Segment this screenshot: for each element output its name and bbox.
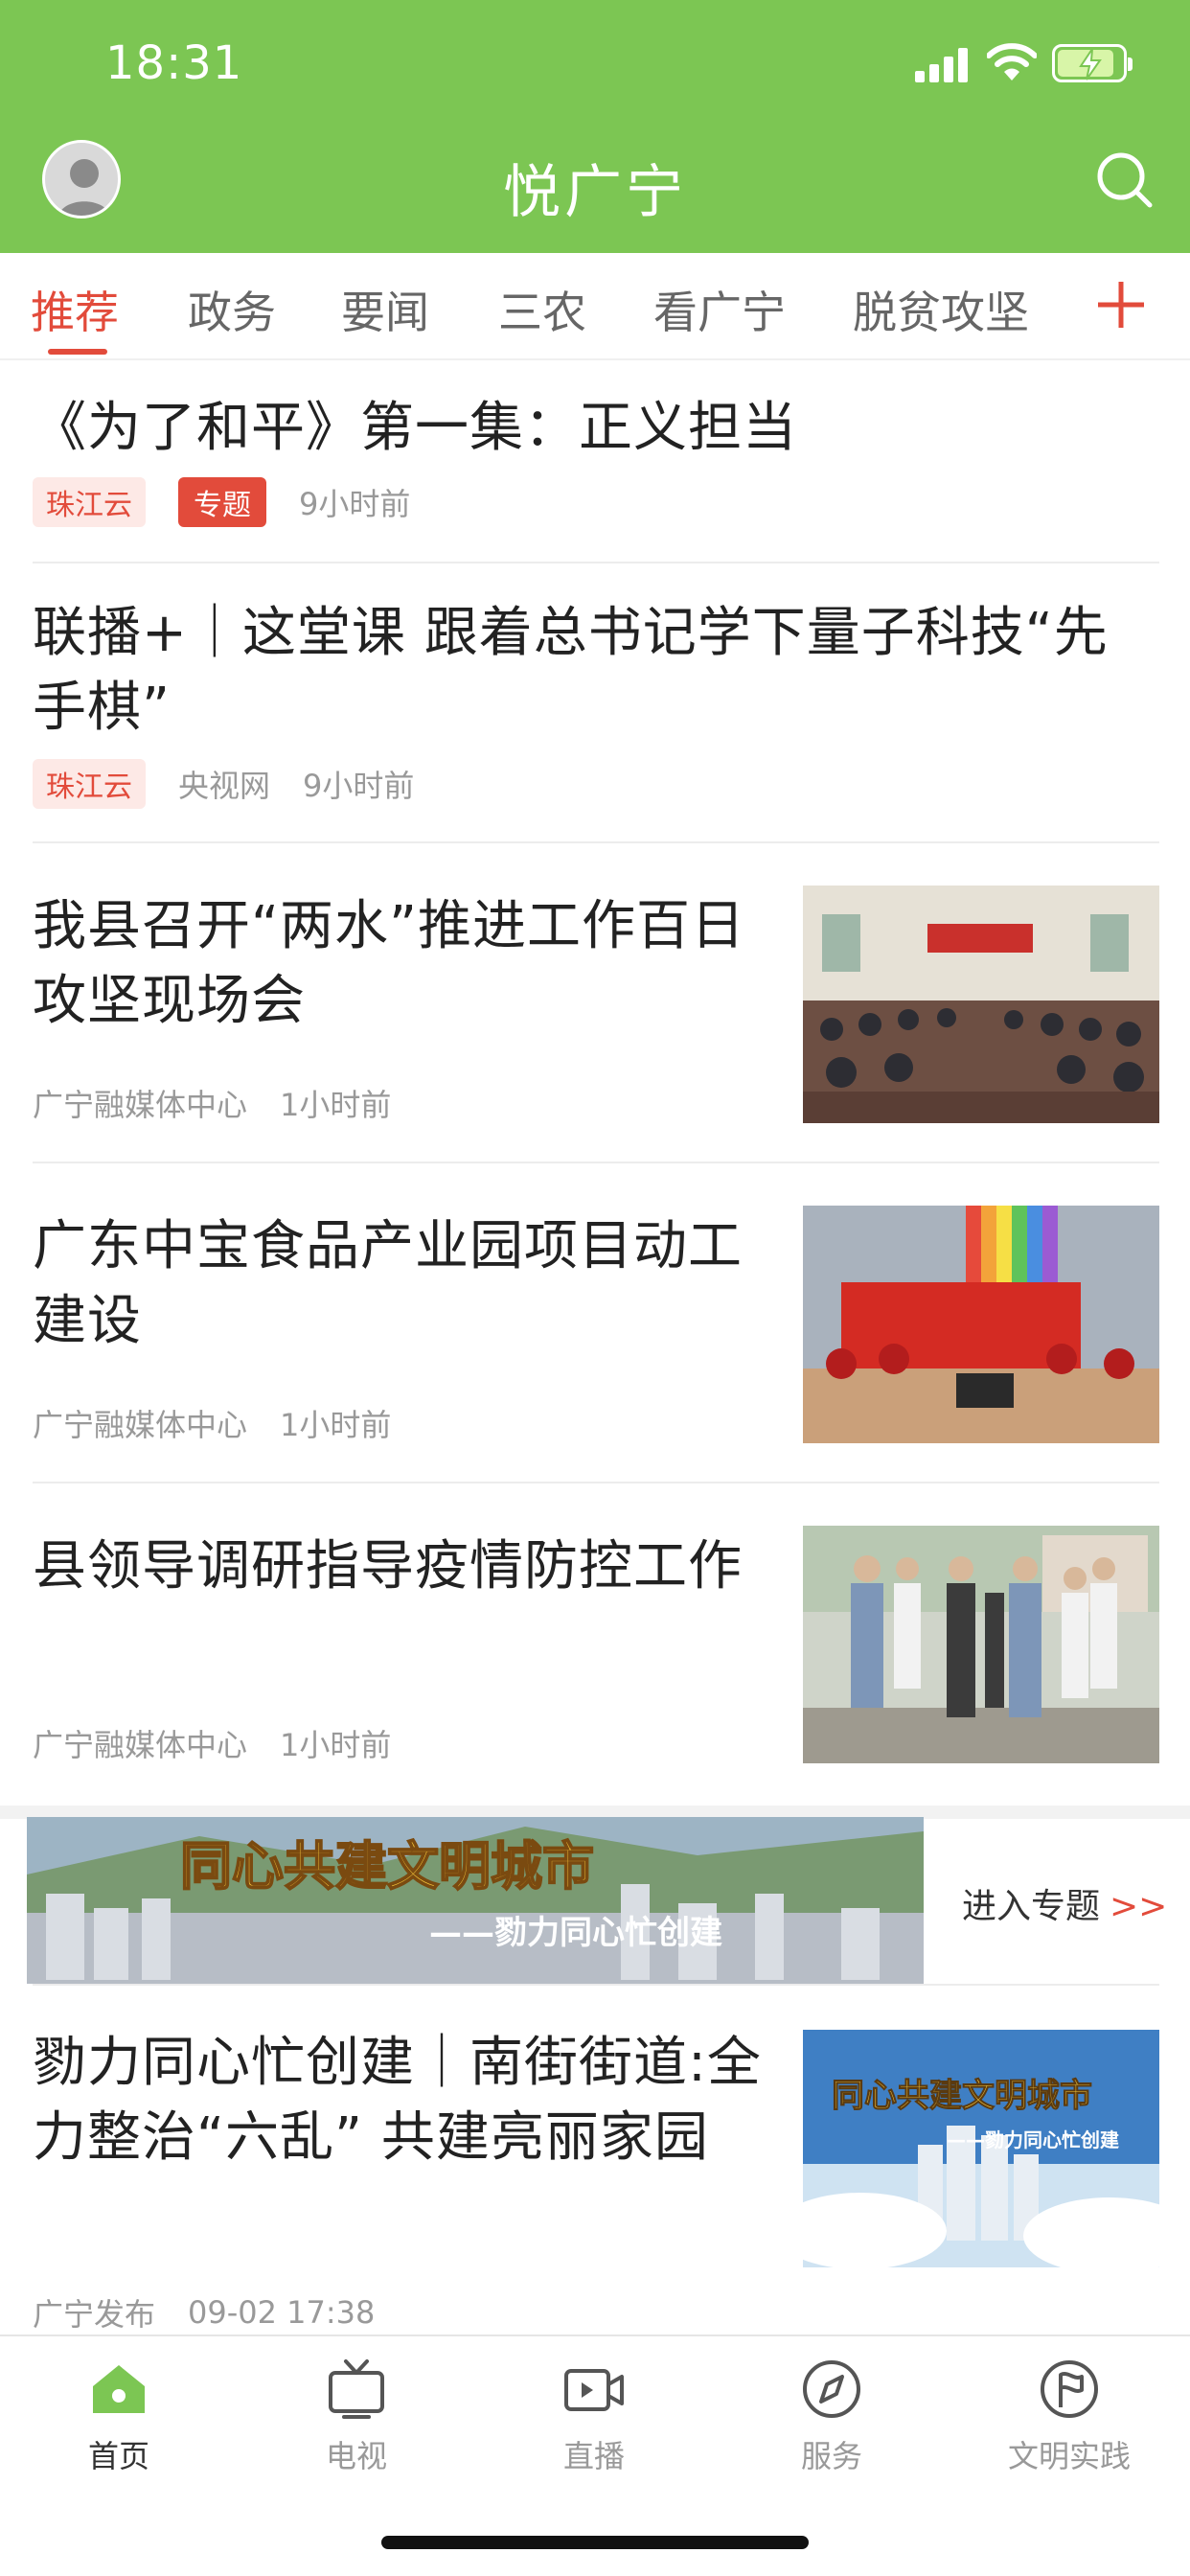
enter-topic-label: 进入专题 [962, 1887, 1101, 1926]
news-item[interactable]: 广东中宝食品产业园项目动工建设 广宁融媒体中心 1小时前 [33, 1163, 1159, 1484]
news-title: 联播+｜这堂课 跟着总书记学下量子科技“先手棋” [33, 602, 1109, 739]
news-meta: 广宁融媒体中心 1小时前 [33, 1401, 423, 1445]
news-time: 1小时前 [280, 1407, 392, 1443]
search-icon[interactable] [1094, 150, 1156, 211]
tab-guangning[interactable]: 看广宁 [653, 278, 786, 341]
nav-civilization-label: 文明实践 [1007, 2438, 1131, 2474]
news-item[interactable]: 联播+｜这堂课 跟着总书记学下量子科技“先手棋” 珠江云 央视网 9小时前 [33, 564, 1159, 843]
app-title: 悦广宁 [503, 159, 687, 226]
news-meta: 广宁发布 09-02 17:38 [33, 2290, 407, 2334]
banner-headline: 同心共建文明城市 [180, 1836, 594, 1897]
live-icon [564, 2369, 624, 2411]
nav-live[interactable]: 直播 [517, 2358, 671, 2476]
flag-icon [1041, 2360, 1098, 2418]
app-header: 18:31 悦广宁 [0, 0, 1190, 253]
news-meta: 珠江云 专题 9小时前 [33, 477, 443, 527]
news-item[interactable]: 县领导调研指导疫情防控工作 广宁融媒体中心 1小时前 [33, 1484, 1159, 1806]
tab-agriculture[interactable]: 三农 [498, 278, 586, 341]
news-meta: 广宁融媒体中心 1小时前 [33, 1081, 423, 1125]
wifi-icon [987, 43, 1037, 80]
nav-home-label: 首页 [87, 2438, 149, 2474]
news-time: 1小时前 [280, 1087, 392, 1123]
nav-civilization[interactable]: 文明实践 [993, 2358, 1146, 2476]
tab-poverty[interactable]: 脱贫攻坚 [853, 278, 1029, 341]
news-source: 央视网 [178, 768, 271, 804]
tv-icon [329, 2359, 384, 2419]
nav-live-label: 直播 [562, 2438, 625, 2474]
signal-icon [915, 48, 969, 82]
category-tabs: 推荐 政务 要闻 三农 看广宁 脱贫攻坚 [0, 253, 1190, 360]
news-title: 广东中宝食品产业园项目动工建设 [33, 1215, 743, 1352]
compass-icon [803, 2360, 860, 2418]
news-thumbnail: 同心共建文明城市 ——勠力同心忙创建 [803, 2030, 1159, 2267]
active-tab-indicator [48, 349, 107, 355]
nav-tv-label: 电视 [325, 2438, 387, 2474]
news-source: 广宁融媒体中心 [33, 1407, 248, 1443]
enter-topic-arrows: >> [1110, 1887, 1168, 1926]
tab-news[interactable]: 要闻 [341, 278, 429, 341]
add-channel-icon[interactable] [1094, 278, 1148, 332]
home-indicator [381, 2536, 809, 2549]
news-item[interactable]: 《为了和平》第一集：正义担当 珠江云 专题 9小时前 [33, 362, 1159, 564]
news-time: 9小时前 [303, 768, 415, 804]
news-source: 广宁发布 [33, 2296, 156, 2333]
news-title: 勠力同心忙创建｜南街街道:全力整治“六乱” 共建亮丽家园 [33, 2032, 762, 2169]
nav-home[interactable]: 首页 [42, 2358, 195, 2476]
nav-service[interactable]: 服务 [755, 2358, 908, 2476]
news-item[interactable]: 勠力同心忙创建｜南街街道:全力整治“六乱” 共建亮丽家园 广宁发布 09-02 … [33, 1984, 1159, 2334]
news-thumbnail [803, 886, 1159, 1123]
special-tag: 专题 [178, 477, 266, 527]
news-thumbnail [803, 1206, 1159, 1443]
news-source: 广宁融媒体中心 [33, 1087, 248, 1123]
news-item[interactable]: 我县召开“两水”推进工作百日攻坚现场会 广宁融媒体中心 1小时前 [33, 843, 1159, 1163]
home-icon [93, 2365, 145, 2413]
banner-subline: ——勠力同心忙创建 [429, 1914, 722, 1952]
thumb-subline: ——勠力同心忙创建 [947, 2128, 1119, 2151]
news-time: 09-02 17:38 [188, 2294, 376, 2331]
thumb-headline: 同心共建文明城市 [832, 2077, 1092, 2115]
news-thumbnail [803, 1526, 1159, 1763]
news-title: 县领导调研指导疫情防控工作 [33, 1535, 743, 1598]
topic-banner[interactable]: 同心共建文明城市 ——勠力同心忙创建 [27, 1817, 924, 1984]
news-source: 广宁融媒体中心 [33, 1727, 248, 1763]
news-meta: 珠江云 央视网 9小时前 [33, 759, 446, 809]
news-title: 我县召开“两水”推进工作百日攻坚现场会 [33, 895, 746, 1032]
source-tag: 珠江云 [33, 759, 146, 809]
news-time: 9小时前 [299, 486, 411, 522]
status-bar: 18:31 [0, 0, 1190, 126]
tab-recommend[interactable]: 推荐 [31, 278, 119, 341]
status-time: 18:31 [105, 36, 243, 90]
nav-tv[interactable]: 电视 [280, 2358, 433, 2476]
battery-icon [1052, 44, 1133, 82]
news-meta: 广宁融媒体中心 1小时前 [33, 1721, 423, 1765]
news-title: 《为了和平》第一集：正义担当 [33, 397, 797, 459]
source-tag: 珠江云 [33, 477, 146, 527]
tab-government[interactable]: 政务 [188, 278, 276, 341]
nav-service-label: 服务 [800, 2438, 862, 2474]
enter-topic-link[interactable]: 进入专题 >> [962, 1878, 1167, 1928]
news-time: 1小时前 [280, 1727, 392, 1763]
